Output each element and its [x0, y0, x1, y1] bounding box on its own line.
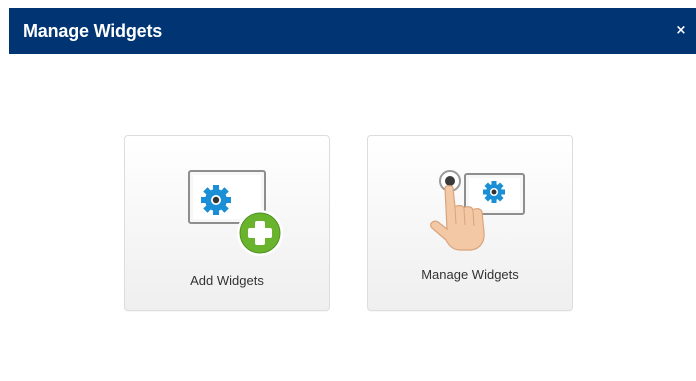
manage-widget-icon — [430, 170, 525, 251]
gear-icon — [483, 181, 505, 203]
add-widgets-label: Add Widgets — [190, 273, 264, 288]
manage-widgets-dialog: Manage Widgets × Add Widgets Manage Widg… — [0, 0, 696, 381]
gear-icon — [201, 185, 231, 215]
add-widgets-card[interactable]: Add Widgets — [124, 135, 330, 311]
dialog-title: Manage Widgets — [23, 21, 163, 41]
dialog-title-bar: Manage Widgets × — [9, 8, 696, 54]
close-button[interactable]: × — [673, 22, 689, 40]
plus-icon — [237, 210, 283, 256]
manage-widgets-card[interactable]: Manage Widgets — [367, 135, 573, 311]
manage-widgets-label: Manage Widgets — [421, 267, 519, 282]
